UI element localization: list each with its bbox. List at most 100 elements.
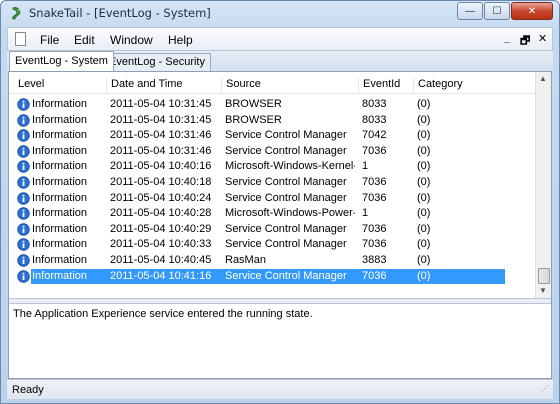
minimize-button[interactable]: — — [457, 2, 483, 20]
cell-datetime: 2011-05-04 10:40:24 — [110, 191, 212, 204]
cell-eventid: 7036 — [362, 191, 387, 204]
event-message: The Application Experience service enter… — [13, 308, 313, 320]
cell-eventid: 7036 — [362, 222, 387, 235]
window-controls: — ☐ ✕ — [456, 2, 553, 20]
mdi-minimize-button[interactable]: _ — [504, 32, 510, 44]
cell-datetime: 2011-05-04 10:40:28 — [110, 207, 212, 220]
cell-source: RasMan — [225, 253, 266, 266]
information-icon — [17, 98, 30, 111]
resize-grip-icon[interactable]: ⋰ — [541, 385, 551, 397]
cell-datetime: 2011-05-04 10:40:33 — [110, 238, 212, 251]
mdi-close-button[interactable]: ✕ — [538, 32, 547, 45]
event-rows: Information 2011-05-04 10:31:45 BROWSER 803… — [9, 97, 537, 284]
table-row[interactable]: Information 2011-05-04 10:40:16 Microsoft-… — [9, 159, 537, 175]
cell-category: (0) — [417, 222, 431, 235]
table-row[interactable]: Information 2011-05-04 10:40:24 Service Co… — [9, 191, 537, 207]
information-icon — [17, 269, 30, 283]
cell-eventid: 1 — [362, 160, 369, 173]
information-icon — [17, 207, 30, 220]
cell-category: (0) — [417, 253, 431, 266]
table-row[interactable]: Information 2011-05-04 10:40:33 Service Co… — [9, 237, 537, 253]
tab-eventlog-system[interactable]: EventLog - System — [9, 51, 114, 71]
cell-level: Information — [32, 160, 88, 173]
column-header-datetime[interactable]: Date and Time — [106, 78, 222, 94]
cell-datetime: 2011-05-04 10:31:46 — [110, 144, 212, 157]
column-header-source[interactable]: Source — [221, 78, 359, 94]
table-row[interactable]: Information 2011-05-04 10:40:29 Service Co… — [9, 222, 537, 238]
event-list[interactable]: Level Date and Time Source EventId Categ… — [9, 72, 551, 298]
cell-level: Information — [32, 98, 88, 110]
cell-eventid: 8033 — [362, 113, 387, 126]
cell-category: (0) — [417, 113, 431, 126]
column-header-level[interactable]: Level — [14, 78, 110, 94]
cell-eventid: 3883 — [362, 253, 387, 266]
cell-eventid: 7036 — [362, 238, 387, 251]
cell-category: (0) — [417, 269, 431, 282]
information-icon — [17, 238, 30, 252]
cell-level: Information — [32, 175, 88, 188]
cell-datetime: 2011-05-04 10:40:18 — [110, 175, 212, 188]
cell-eventid: 7042 — [362, 129, 387, 142]
cell-datetime: 2011-05-04 10:40:45 — [110, 253, 212, 266]
window-title: SnakeTail - [EventLog - System] — [29, 6, 211, 20]
cell-category: (0) — [417, 98, 431, 110]
menu-help[interactable]: Help — [168, 33, 193, 47]
cell-source: Microsoft-Windows-Kernel-... — [225, 160, 355, 173]
title-bar[interactable]: SnakeTail - [EventLog - System] — ☐ ✕ — [1, 1, 559, 27]
information-icon — [17, 113, 30, 127]
cell-level: Information — [32, 113, 88, 126]
message-scrollbar[interactable] — [535, 304, 551, 378]
scroll-down-arrow-icon[interactable]: ▼ — [539, 286, 547, 295]
cell-source: BROWSER — [225, 113, 282, 126]
cell-datetime: 2011-05-04 10:31:45 — [110, 113, 212, 126]
cell-source: Service Control Manager — [225, 269, 347, 282]
information-icon — [17, 160, 30, 174]
table-row[interactable]: Information 2011-05-04 10:40:28 Microsoft-… — [9, 206, 537, 222]
cell-source: Service Control Manager — [225, 175, 347, 188]
document-pane: Level Date and Time Source EventId Categ… — [8, 71, 552, 379]
table-row[interactable]: Information 2011-05-04 10:31:45 BROWSER 803… — [9, 113, 537, 129]
cell-level: Information — [32, 222, 88, 235]
cell-level: Information — [32, 144, 88, 157]
cell-source: Service Control Manager — [225, 129, 347, 142]
maximize-button[interactable]: ☐ — [484, 2, 510, 20]
cell-source: Service Control Manager — [225, 144, 347, 157]
information-icon — [17, 191, 30, 205]
information-icon — [17, 254, 30, 267]
cell-category: (0) — [417, 238, 431, 251]
cell-source: Microsoft-Windows-Power-... — [225, 207, 355, 220]
mdi-restore-button[interactable]: 🗗 — [520, 32, 530, 51]
menu-edit[interactable]: Edit — [74, 33, 95, 47]
information-icon — [17, 176, 30, 189]
table-row[interactable]: Information 2011-05-04 10:31:46 Service Co… — [9, 128, 537, 144]
cell-datetime: 2011-05-04 10:40:16 — [110, 160, 212, 173]
column-header-category[interactable]: Category — [413, 78, 503, 94]
app-window: SnakeTail - [EventLog - System] — ☐ ✕ Fi… — [0, 0, 560, 404]
document-icon[interactable] — [15, 32, 26, 46]
table-row[interactable]: Information 2011-05-04 10:31:46 Service Co… — [9, 144, 537, 160]
cell-category: (0) — [417, 191, 431, 204]
cell-source: Service Control Manager — [225, 238, 347, 251]
cell-datetime: 2011-05-04 10:41:16 — [110, 269, 212, 282]
table-row[interactable]: Information 2011-05-04 10:31:45 BROWSER 803… — [9, 97, 537, 113]
menu-file[interactable]: File — [40, 33, 59, 47]
status-bar: Ready ⋰ — [7, 379, 553, 399]
snake-app-icon — [12, 7, 21, 20]
table-row[interactable]: Information 2011-05-04 10:40:45 RasMan 3883… — [9, 253, 537, 269]
tab-eventlog-security[interactable]: EventLog - Security — [103, 53, 211, 71]
event-message-pane[interactable]: The Application Experience service enter… — [9, 304, 551, 378]
table-row[interactable]: Information 2011-05-04 10:41:16 Service Co… — [9, 268, 537, 285]
cell-source: Service Control Manager — [225, 222, 347, 235]
scrollbar-thumb[interactable] — [538, 268, 550, 284]
information-icon — [17, 223, 30, 236]
column-header-eventid[interactable]: EventId — [358, 78, 412, 94]
scroll-up-arrow-icon[interactable]: ▲ — [539, 74, 547, 83]
event-list-scrollbar[interactable]: ▲ ▼ — [535, 72, 551, 298]
column-header-row: Level Date and Time Source EventId Categ… — [9, 76, 537, 94]
cell-level: Information — [32, 129, 88, 142]
close-button[interactable]: ✕ — [511, 2, 553, 20]
cell-eventid: 7036 — [362, 269, 387, 282]
menu-window[interactable]: Window — [110, 33, 153, 47]
table-row[interactable]: Information 2011-05-04 10:40:18 Service Co… — [9, 175, 537, 191]
status-text: Ready — [12, 384, 44, 396]
